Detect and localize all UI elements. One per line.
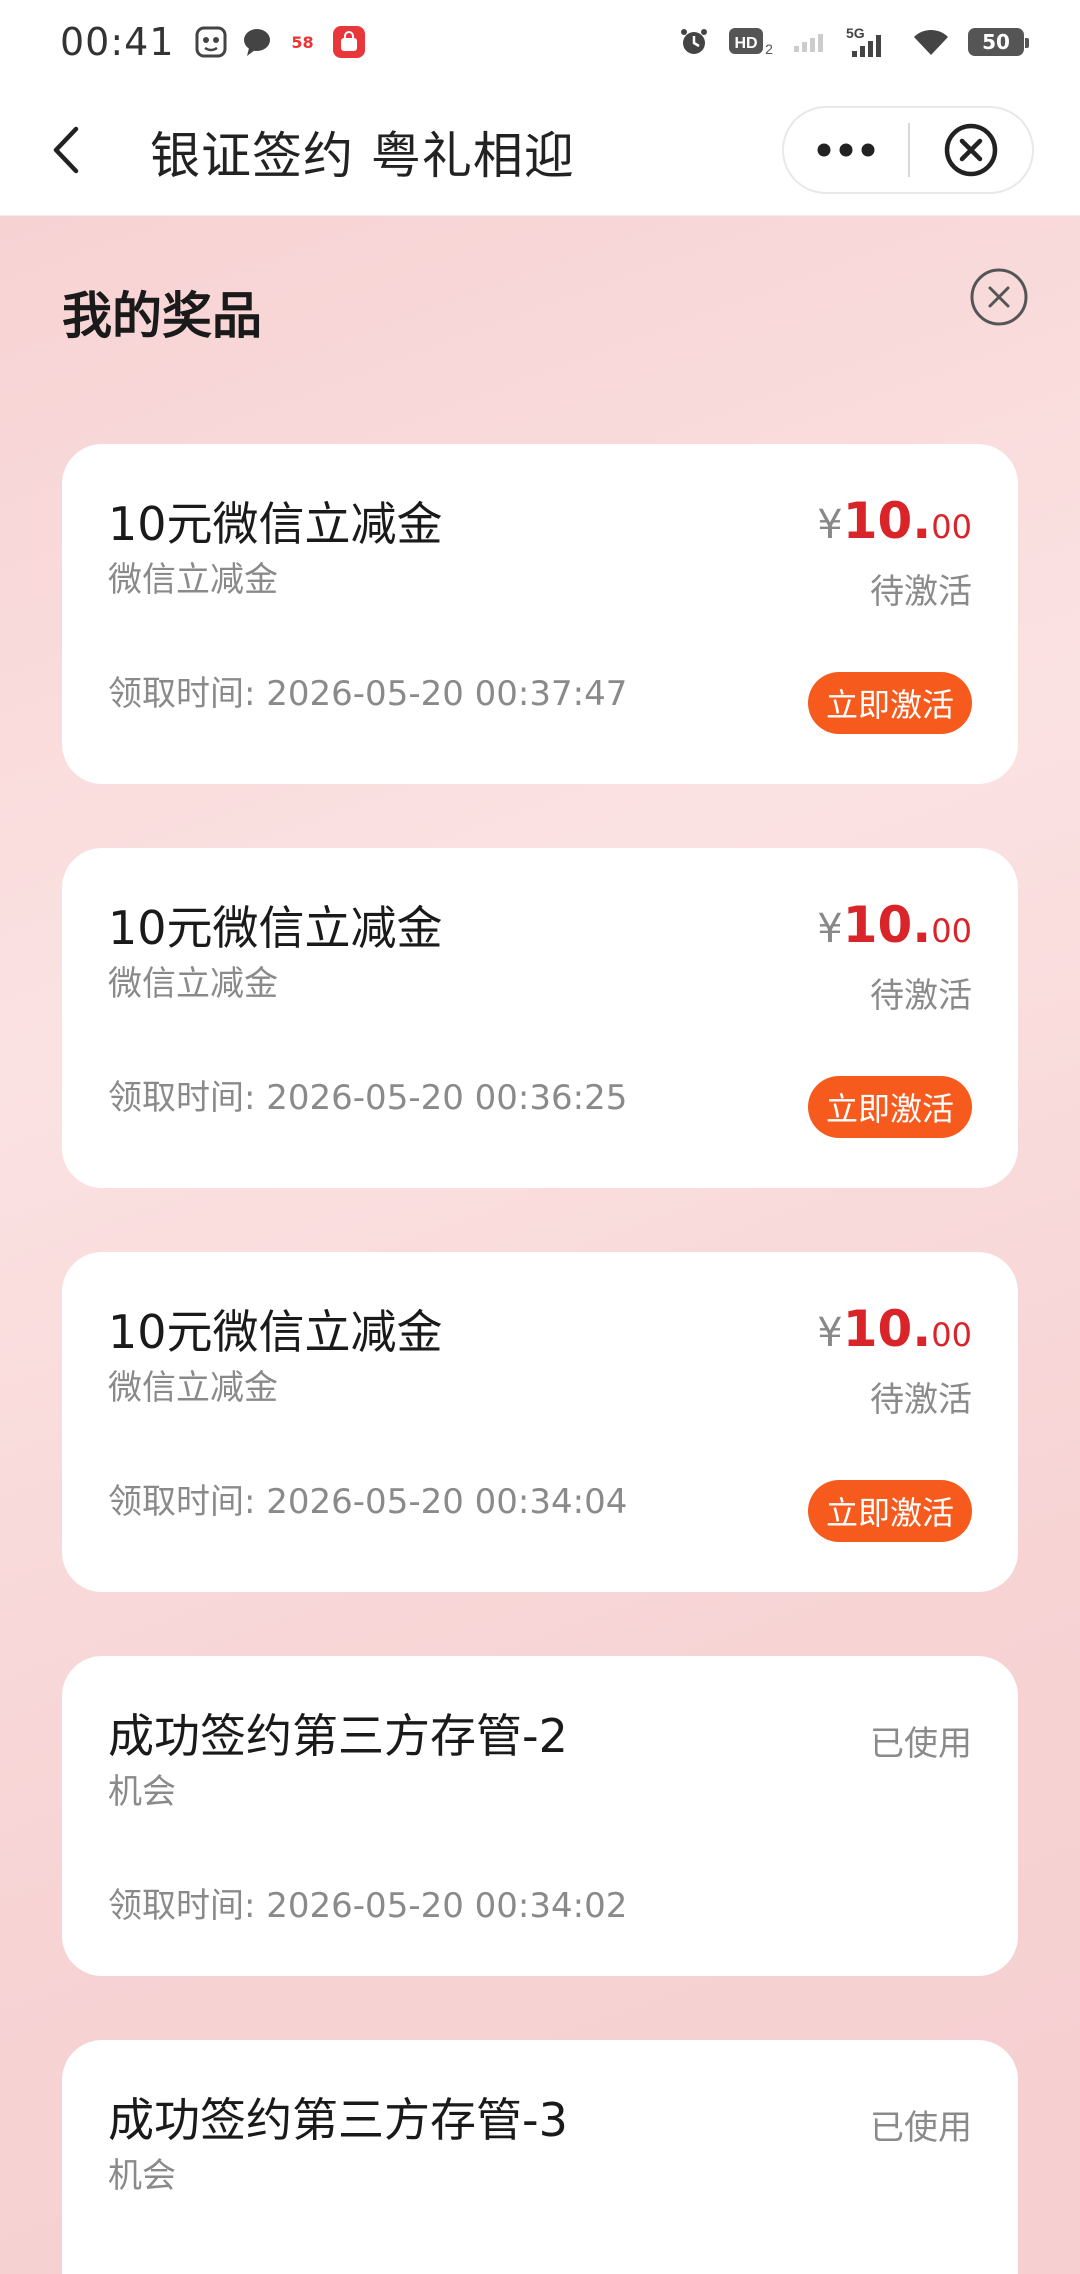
activate-button[interactable]: 立即激活 [807,1480,972,1542]
activate-button[interactable]: 立即激活 [807,672,972,734]
mini-program-capsule [782,106,1034,194]
status-right: HD 2 5G 50 [678,25,1029,59]
shopping-app-icon [332,26,365,58]
back-button[interactable] [40,118,90,182]
nav-bar: 银证签约 粤礼相迎 [0,84,1080,216]
prize-price: ¥10.00 [817,492,972,550]
alarm-icon [681,29,707,54]
prize-card: 10元微信立减金 微信立减金 领取时间: 2026-05-20 00:37:47… [62,444,1018,784]
prize-price: ¥10.00 [817,1300,972,1358]
battery-level: 50 [982,30,1010,54]
prizes-panel: 我的奖品 10元微信立减金 微信立减金 领取时间: 2026-05-20 00:… [0,216,1080,2274]
panel-close-button[interactable] [968,266,1030,328]
prize-card: 成功签约第三方存管-2 机会 领取时间: 2026-05-20 00:34:02… [62,1656,1018,1976]
signal-weak-icon [794,34,823,52]
prize-subtitle: 微信立减金 [108,560,278,600]
prize-name: 10元微信立减金 [108,497,443,551]
shopping-bag-icon [340,31,357,51]
back-arrow-icon [53,126,79,174]
page-title: 银证签约 粤礼相迎 [150,127,575,185]
prize-subtitle: 机会 [108,2156,176,2196]
wifi-icon [914,29,948,55]
prize-name: 10元微信立减金 [108,901,443,955]
prize-card: 成功签约第三方存管-3 机会 已使用 [62,2040,1018,2274]
prize-time: 领取时间: 2026-05-20 00:34:04 [108,1482,628,1522]
cat-app-icon [195,26,227,58]
prize-subtitle: 微信立减金 [108,1368,278,1408]
prize-name: 成功签约第三方存管-2 [108,1709,568,1763]
close-circle-icon [944,123,998,177]
svg-text:2: 2 [765,41,773,57]
price-symbol: ¥ [817,1310,843,1356]
app-58-icon: 58 [286,26,319,58]
status-time: 00:41 [60,20,175,64]
prize-subtitle: 微信立减金 [108,964,278,1004]
app-58-label: 58 [291,32,314,52]
status-left: 00:41 58 [60,20,365,64]
price-decimal: 00 [931,1316,972,1354]
prize-time: 领取时间: 2026-05-20 00:37:47 [108,674,628,714]
prize-price: ¥10.00 [817,896,972,954]
prize-name: 10元微信立减金 [108,1305,443,1359]
price-integer: 10. [842,492,932,550]
price-integer: 10. [842,896,932,954]
prize-time: 领取时间: 2026-05-20 00:34:02 [108,1886,628,1926]
signal-5g-icon: 5G [846,25,881,57]
panel-close-icon [970,268,1028,326]
price-decimal: 00 [931,508,972,546]
price-symbol: ¥ [817,502,843,548]
prize-status: 待激活 [870,572,972,612]
prize-card: 10元微信立减金 微信立减金 领取时间: 2026-05-20 00:36:25… [62,848,1018,1188]
notification-icons: 58 [195,26,365,58]
prize-subtitle: 机会 [108,1772,176,1812]
prize-time: 领取时间: 2026-05-20 00:36:25 [108,1078,628,1118]
hd-icon: HD 2 [729,28,773,57]
close-miniprogram-button[interactable] [910,108,1032,192]
prize-card: 10元微信立减金 微信立减金 领取时间: 2026-05-20 00:34:04… [62,1252,1018,1592]
more-dots-icon [817,143,875,157]
price-symbol: ¥ [817,906,843,952]
svg-text:HD: HD [734,35,757,52]
prize-status: 待激活 [870,1380,972,1420]
prize-status: 已使用 [870,2108,972,2148]
battery-icon: 50 [968,28,1029,56]
more-button[interactable] [784,108,908,192]
prize-name: 成功签约第三方存管-3 [108,2093,568,2147]
status-bar: 00:41 58 HD 2 5G 50 [0,0,1080,84]
svg-text:5G: 5G [846,25,865,41]
prize-status: 待激活 [870,976,972,1016]
price-decimal: 00 [931,912,972,950]
prize-status: 已使用 [870,1724,972,1764]
activate-button[interactable]: 立即激活 [807,1076,972,1138]
section-title: 我的奖品 [62,287,262,345]
chat-bubble-icon [243,29,270,56]
price-integer: 10. [842,1300,932,1358]
